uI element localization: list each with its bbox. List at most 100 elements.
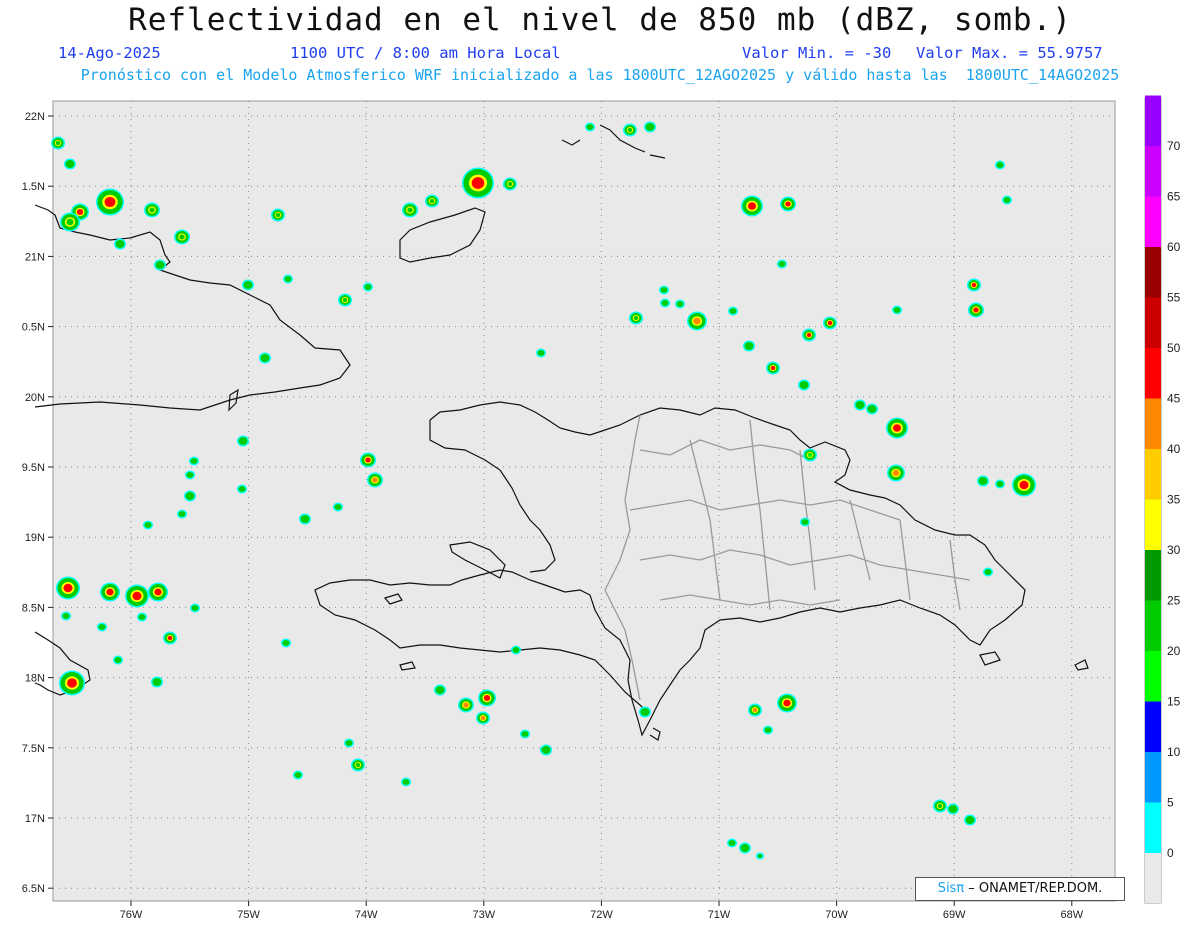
- echo-cell: [96, 188, 124, 216]
- lat-label: 21N: [25, 251, 45, 263]
- echo-cell: [748, 703, 762, 717]
- echo-cell: [344, 738, 354, 748]
- colorbar-label: 55: [1167, 291, 1181, 305]
- echo-cell: [184, 490, 196, 502]
- echo-cell: [977, 475, 989, 487]
- echo-cell: [185, 470, 195, 480]
- latitude-labels: 22N 1.5N 21N 0.5N 20N 9.5N 19N 8.5N 18N 7.5N 17N 6.…: [22, 111, 45, 895]
- colorbar-segment: [1145, 146, 1161, 197]
- echo-cell: [338, 293, 352, 307]
- colorbar-label: 35: [1167, 493, 1181, 507]
- colorbar-segment: [1145, 752, 1161, 803]
- lon-label: 76W: [120, 909, 143, 921]
- echo-cell: [148, 582, 168, 602]
- echo-cell: [739, 842, 751, 854]
- echo-cell: [113, 655, 123, 665]
- echo-cell: [61, 611, 71, 621]
- echo-cell: [59, 670, 85, 696]
- echo-cell: [1002, 195, 1012, 205]
- echo-cell: [476, 711, 490, 725]
- echo-cell: [402, 202, 418, 218]
- longitude-labels: 76W 75W 74W 73W 72W 71W 70W 69W 68W: [120, 909, 1084, 921]
- echo-cell: [237, 484, 247, 494]
- colorbar-segment: [1145, 701, 1161, 752]
- lon-label: 74W: [355, 909, 378, 921]
- colorbar-label: 40: [1167, 442, 1181, 456]
- colorbar: [1145, 95, 1161, 853]
- lat-label: 17N: [25, 813, 45, 825]
- echo-cell: [174, 229, 190, 245]
- credit-org: – ONAMET/REP.DOM.: [964, 881, 1103, 896]
- echo-cell: [886, 417, 908, 439]
- echo-cell: [629, 311, 643, 325]
- colorbar-segment: [1145, 348, 1161, 399]
- lon-label: 75W: [237, 909, 260, 921]
- echo-cell: [933, 799, 947, 813]
- echo-cell: [143, 520, 153, 530]
- echo-cell: [283, 274, 293, 284]
- echo-cell: [503, 177, 517, 191]
- echo-cell: [100, 582, 120, 602]
- lat-label: 7.5N: [22, 743, 45, 755]
- lon-label: 71W: [708, 909, 731, 921]
- echo-cell: [968, 302, 984, 318]
- echo-cell: [137, 612, 147, 622]
- echo-cell: [190, 603, 200, 613]
- lat-label: 1.5N: [22, 181, 45, 193]
- lon-label: 73W: [472, 909, 495, 921]
- echo-cell: [64, 158, 76, 170]
- echo-cell: [803, 448, 817, 462]
- echo-cell: [177, 509, 187, 519]
- echo-cell: [536, 348, 546, 358]
- colorbar-label: 5: [1167, 796, 1174, 810]
- echo-cell: [741, 195, 763, 217]
- lon-label: 69W: [943, 909, 966, 921]
- lat-label: 19N: [25, 532, 45, 544]
- echo-cell: [659, 285, 669, 295]
- lat-label: 0.5N: [22, 322, 45, 334]
- echo-cell: [763, 725, 773, 735]
- colorbar-below: [1145, 853, 1161, 903]
- lat-label: 22N: [25, 111, 45, 123]
- echo-cell: [585, 122, 595, 132]
- echo-cell: [60, 212, 80, 232]
- colorbar-label: 0: [1167, 846, 1174, 860]
- colorbar-segment: [1145, 297, 1161, 348]
- colorbar-label: 25: [1167, 594, 1181, 608]
- echo-cell: [144, 202, 160, 218]
- echo-cell: [367, 472, 383, 488]
- echo-cell: [401, 777, 411, 787]
- colorbar-segment: [1145, 449, 1161, 500]
- colorbar-label: 10: [1167, 745, 1181, 759]
- echo-cell: [97, 622, 107, 632]
- lon-label: 68W: [1060, 909, 1083, 921]
- echo-cell: [242, 279, 254, 291]
- echo-cell: [511, 645, 521, 655]
- echo-cell: [478, 689, 496, 707]
- echo-cell: [756, 852, 764, 860]
- echo-cell: [259, 352, 271, 364]
- echo-cell: [798, 379, 810, 391]
- echo-cell: [237, 435, 249, 447]
- echo-cell: [947, 803, 959, 815]
- lat-label: 8.5N: [22, 602, 45, 614]
- lat-label: 18N: [25, 673, 45, 685]
- colorbar-label: 50: [1167, 341, 1181, 355]
- colorbar-label: 20: [1167, 644, 1181, 658]
- echo-cell: [114, 238, 126, 250]
- echo-cell: [56, 576, 80, 600]
- echo-cell: [125, 584, 149, 608]
- echo-cell: [1012, 473, 1036, 497]
- echo-cell: [854, 399, 866, 411]
- lat-label: 20N: [25, 392, 45, 404]
- colorbar-segment: [1145, 802, 1161, 853]
- map-area: [52, 100, 1116, 902]
- echo-cell: [866, 403, 878, 415]
- echo-cell: [983, 567, 993, 577]
- colorbar-segment: [1145, 196, 1161, 247]
- sis-logo: Sisπ: [937, 881, 965, 896]
- echo-cell: [51, 136, 65, 150]
- echo-cell: [462, 167, 494, 199]
- echo-cell: [766, 361, 780, 375]
- echo-cell: [151, 676, 163, 688]
